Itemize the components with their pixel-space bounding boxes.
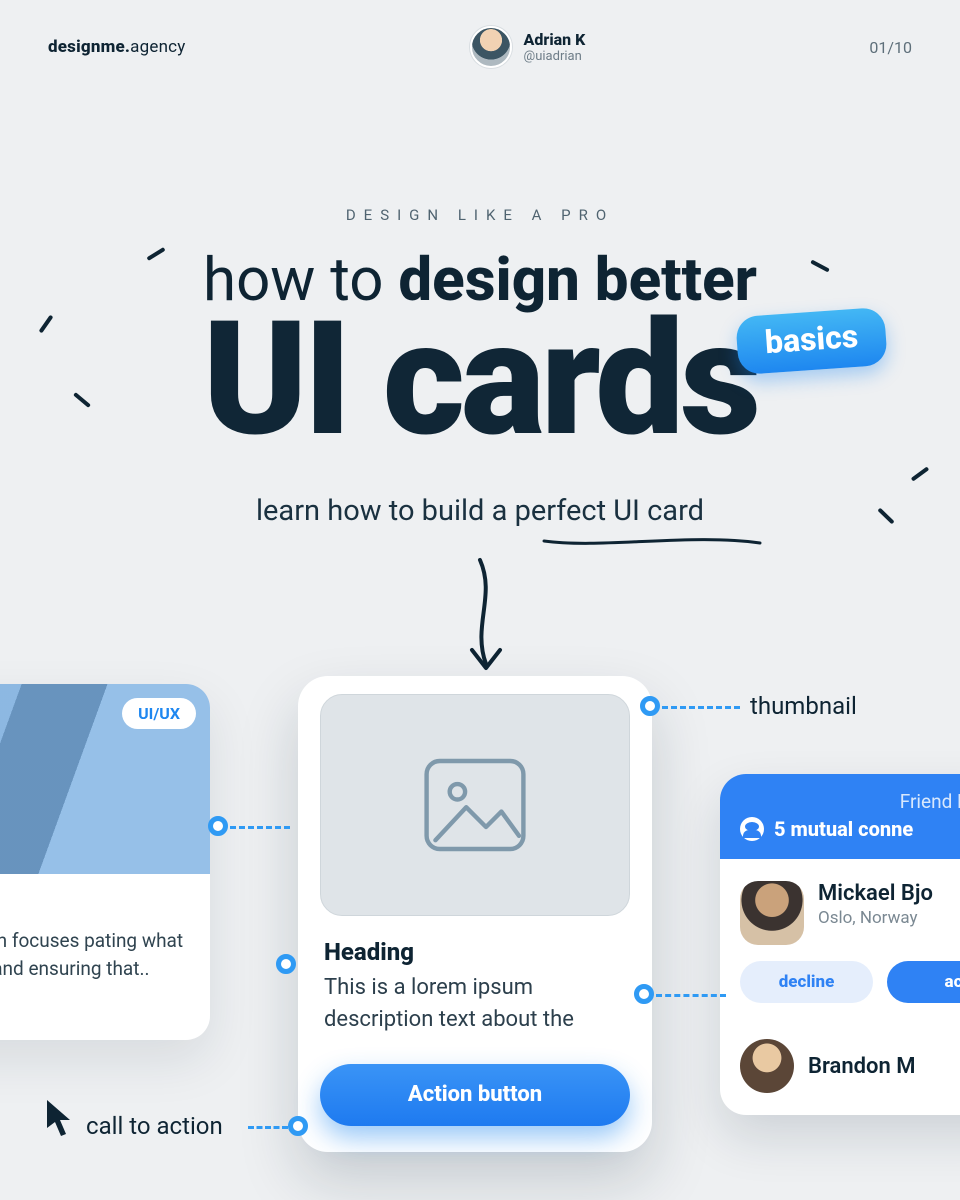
category-tag: UI/UX (122, 698, 196, 729)
friend-row: Mickael Bjo Oslo, Norway (720, 859, 960, 953)
overline: DESIGN LIKE A PRO (0, 206, 960, 224)
template-card: Heading This is a lorem ipsum descriptio… (298, 676, 652, 1152)
author-name: Adrian K (524, 30, 586, 49)
article-text: face (UI) Design focuses pating what use… (0, 927, 188, 982)
brand-light: agency (130, 37, 185, 57)
annotation-cta: call to action (86, 1112, 223, 1140)
page-indicator: 01/10 (869, 38, 912, 57)
decorative-tick (911, 467, 930, 482)
friend-avatar (740, 1039, 794, 1093)
image-icon (420, 750, 530, 860)
basics-badge: basics (735, 307, 888, 375)
underline-scribble (542, 534, 762, 548)
brand-bold: designme. (48, 37, 130, 57)
author-text: Adrian K @uiadrian (524, 30, 586, 65)
dashed-connector (656, 994, 726, 997)
author-block: Adrian K @uiadrian (470, 26, 586, 68)
user-icon (740, 817, 764, 841)
article-heading: n practices (0, 892, 188, 919)
thumbnail-placeholder (320, 694, 630, 916)
arrow-down-icon (466, 556, 506, 676)
friend-avatar (740, 881, 804, 945)
annotation-thumbnail: thumbnail (750, 692, 857, 720)
mutual-connections: 5 mutual conne (740, 817, 960, 841)
article-body: n practices face (UI) Design focuses pat… (0, 874, 210, 1040)
mutual-text: 5 mutual conne (774, 817, 913, 841)
decline-button[interactable]: decline (740, 961, 873, 1003)
anchor-dot (208, 816, 228, 836)
author-avatar (470, 26, 512, 68)
friend-request-card: Friend Reques 5 mutual conne Mickael Bjo… (720, 774, 960, 1115)
anchor-dot (276, 954, 296, 974)
anchor-dot (288, 1116, 308, 1136)
cursor-icon (44, 1098, 74, 1138)
friend-actions: decline ac (720, 953, 960, 1025)
friend-request-title: Friend Reques (740, 790, 960, 813)
friend-info: Mickael Bjo Oslo, Norway (818, 881, 933, 945)
dashed-connector (248, 1126, 288, 1129)
anchor-dot (640, 696, 660, 716)
action-button[interactable]: Action button (320, 1064, 630, 1126)
template-description: This is a lorem ipsum description text a… (324, 972, 626, 1036)
template-heading: Heading (324, 938, 626, 966)
anchor-dot (634, 984, 654, 1004)
brand: designme.agency (48, 37, 186, 57)
author-handle: @uiadrian (524, 49, 586, 65)
friend-row: Brandon M (720, 1025, 960, 1115)
accept-button[interactable]: ac (887, 961, 960, 1003)
example-card-article: UI/UX n practices face (UI) Design focus… (0, 684, 210, 1040)
friend-name: Brandon M (808, 1054, 915, 1079)
dashed-connector (230, 826, 290, 829)
friend-name: Mickael Bjo (818, 881, 933, 906)
article-thumbnail: UI/UX (0, 684, 210, 874)
friend-request-header: Friend Reques 5 mutual conne (720, 774, 960, 859)
subtitle: learn how to build a perfect UI card (0, 494, 960, 528)
dashed-connector (662, 706, 740, 709)
page-header: designme.agency Adrian K @uiadrian 01/10 (0, 26, 960, 68)
friend-location: Oslo, Norway (818, 908, 933, 928)
